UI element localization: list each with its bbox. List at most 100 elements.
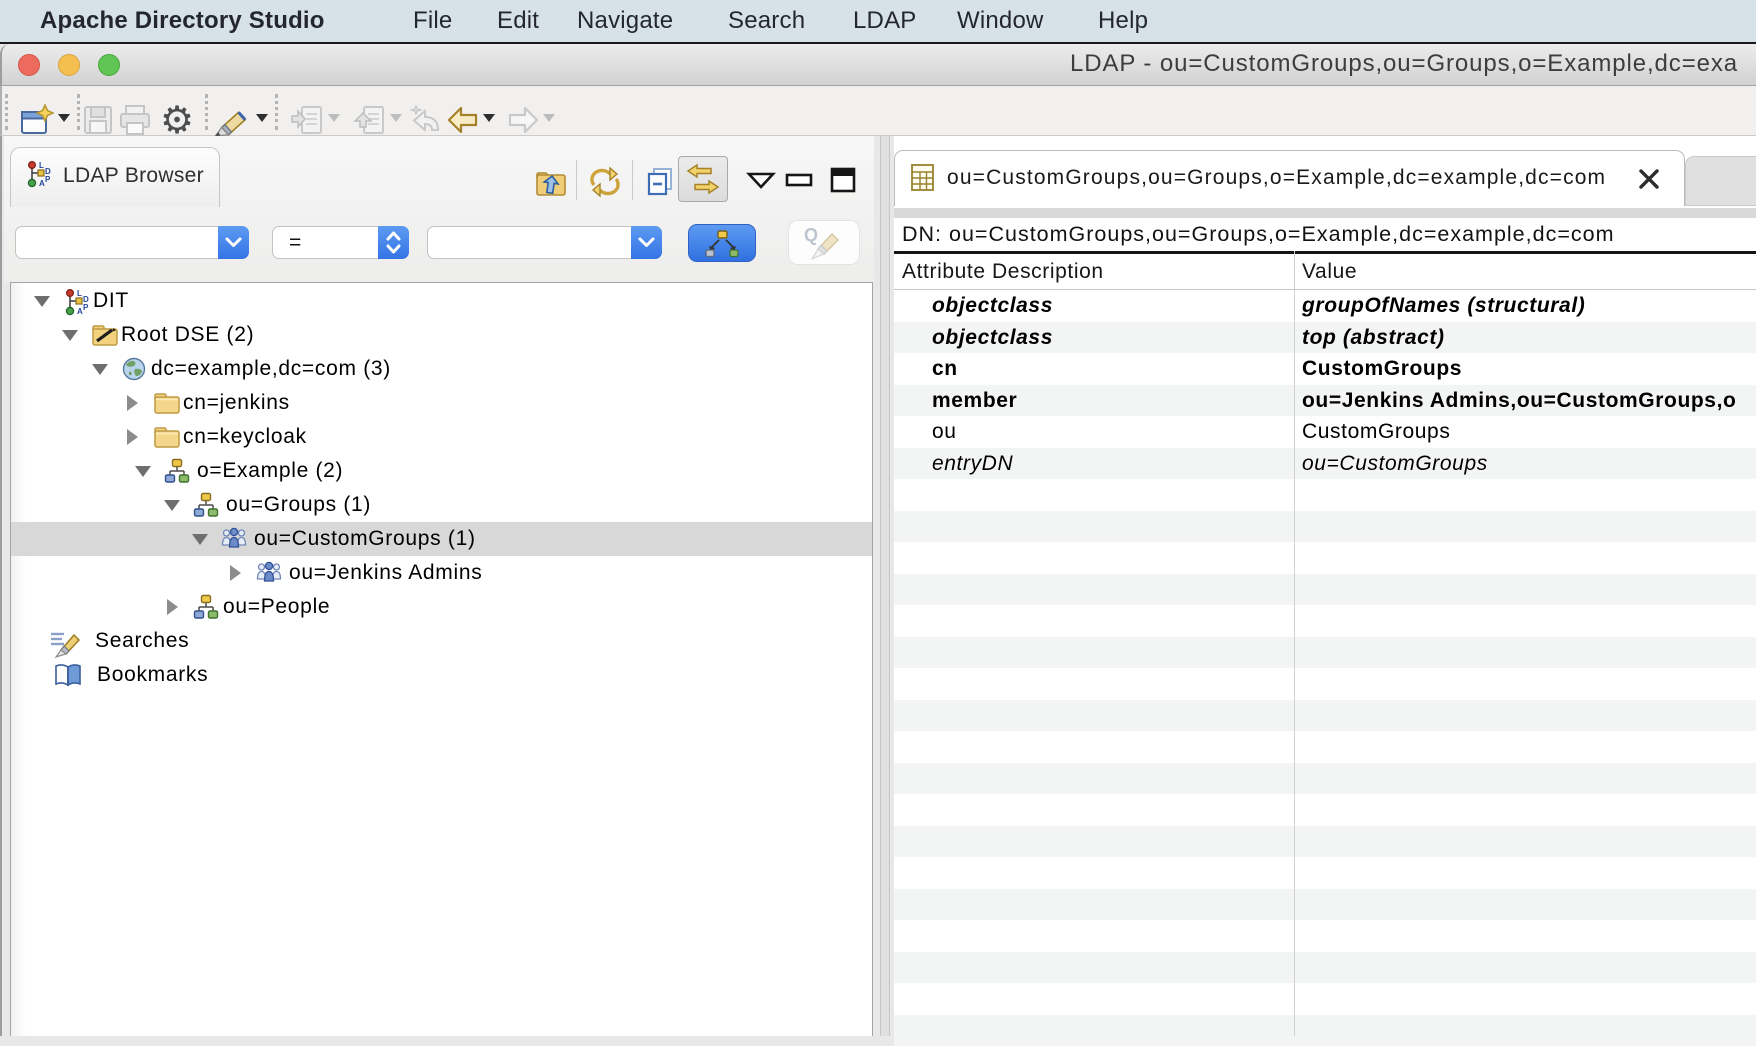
zoom-window-button[interactable] [98, 54, 120, 76]
collapse-all-icon[interactable] [645, 166, 677, 198]
editor-toolbar-strip [894, 208, 1756, 218]
forward-button[interactable] [505, 104, 541, 136]
dit-icon: LDAP [63, 288, 89, 316]
view-menu-icon[interactable] [746, 170, 776, 190]
menu-help[interactable]: Help [1098, 0, 1148, 42]
menu-search[interactable]: Search [728, 0, 805, 42]
filter-operator-combo[interactable]: = [272, 226, 409, 259]
bookmarks-icon [53, 662, 83, 690]
forward-dropdown-arrow[interactable] [543, 114, 555, 122]
column-header-attribute[interactable]: Attribute Description [902, 254, 1104, 289]
filter-attribute-combo[interactable] [15, 226, 249, 259]
link-with-editor-icon[interactable] [686, 162, 720, 196]
tree-item-label: Root DSE (2) [121, 318, 254, 352]
tree-item-root-dse-2[interactable]: Root DSE (2) [11, 318, 872, 352]
tree-item-bookmarks[interactable]: Bookmarks [11, 658, 872, 692]
import-dropdown-arrow[interactable] [328, 114, 340, 122]
svg-text:P: P [45, 175, 51, 184]
tree-item-o-example-2[interactable]: o=Example (2) [11, 454, 872, 488]
attribute-name: objectclass [932, 322, 1053, 354]
expanded-triangle-icon[interactable] [192, 534, 208, 545]
expanded-triangle-icon[interactable] [92, 364, 108, 375]
tree-item-cn-keycloak[interactable]: cn=keycloak [11, 420, 872, 454]
attribute-row-cn[interactable]: cnCustomGroups [894, 353, 1756, 385]
tree-item-ou-people[interactable]: ou=People [11, 590, 872, 624]
up-entry-icon[interactable] [535, 166, 567, 198]
attribute-row-member[interactable]: memberou=Jenkins Admins,ou=CustomGroups,… [894, 385, 1756, 417]
close-window-button[interactable] [18, 54, 40, 76]
expanded-triangle-icon[interactable] [62, 330, 78, 341]
stepper-icon[interactable] [378, 226, 409, 259]
toolbar-separator [205, 94, 208, 130]
tree-item-ou-groups-1[interactable]: ou=Groups (1) [11, 488, 872, 522]
menu-ldap[interactable]: LDAP [853, 0, 917, 42]
filter-operator-value: = [289, 227, 301, 258]
tree-item-ou-jenkins-admins[interactable]: ou=Jenkins Admins [11, 556, 872, 590]
collapsed-triangle-icon[interactable] [167, 599, 178, 615]
menu-window[interactable]: Window [957, 0, 1044, 42]
attribute-row-empty [894, 511, 1756, 543]
attribute-row-empty [894, 826, 1756, 858]
org-icon [193, 492, 219, 518]
entry-icon [909, 163, 937, 193]
filter-value-combo[interactable] [427, 226, 662, 259]
new-connection-dropdown-arrow[interactable] [58, 114, 70, 122]
chevron-down-icon[interactable] [631, 226, 662, 259]
new-connection-button[interactable] [20, 104, 54, 138]
maximize-icon[interactable] [830, 167, 856, 193]
chevron-down-icon[interactable] [218, 226, 249, 259]
window-title-bar: LDAP - ou=CustomGroups,ou=Groups,o=Examp… [0, 44, 1756, 86]
expanded-triangle-icon[interactable] [135, 466, 151, 477]
attribute-row-empty [894, 637, 1756, 669]
folder-icon [153, 390, 181, 416]
column-divider[interactable] [1294, 251, 1295, 1036]
expanded-triangle-icon[interactable] [164, 500, 180, 511]
attribute-row-entryDN[interactable]: entryDNou=CustomGroups [894, 448, 1756, 480]
tree-item-ou-customgroups-1[interactable]: ou=CustomGroups (1) [11, 522, 872, 556]
back-to-start-button[interactable] [408, 104, 444, 136]
tree-item-cn-jenkins[interactable]: cn=jenkins [11, 386, 872, 420]
save-button[interactable] [82, 104, 114, 136]
preferences-gear-button[interactable]: ⚙ [160, 104, 194, 138]
import-button[interactable] [290, 104, 324, 138]
expanded-triangle-icon[interactable] [34, 296, 50, 307]
export-button[interactable] [352, 104, 386, 138]
menu-edit[interactable]: Edit [497, 0, 539, 42]
close-icon[interactable] [1636, 166, 1662, 197]
back-button[interactable] [445, 104, 481, 136]
attribute-row-empty [894, 668, 1756, 700]
export-dropdown-arrow[interactable] [390, 114, 402, 122]
menu-navigate[interactable]: Navigate [577, 0, 673, 42]
menu-app-name[interactable]: Apache Directory Studio [40, 0, 325, 42]
attribute-value: groupOfNames (structural) [1302, 290, 1585, 322]
print-button[interactable] [118, 104, 152, 136]
collapsed-triangle-icon[interactable] [230, 565, 241, 581]
tree-item-label: DIT [93, 284, 129, 318]
entry-editor-tab[interactable]: ou=CustomGroups,ou=Groups,o=Example,dc=e… [894, 150, 1685, 206]
connection-pen-dropdown-arrow[interactable] [256, 114, 268, 122]
attribute-value: CustomGroups [1302, 416, 1450, 448]
attribute-row-ou[interactable]: ouCustomGroups [894, 416, 1756, 448]
attribute-value: CustomGroups [1302, 353, 1462, 385]
window-title: LDAP - ou=CustomGroups,ou=Groups,o=Examp… [1070, 44, 1738, 84]
filter-children-button[interactable] [688, 224, 756, 262]
panel-splitter[interactable] [874, 136, 894, 1036]
attribute-row-objectclass[interactable]: objectclasstop (abstract) [894, 322, 1756, 354]
tree-item-searches[interactable]: Searches [11, 624, 872, 658]
refresh-icon[interactable] [588, 166, 622, 198]
menu-file[interactable]: File [413, 0, 452, 42]
group-icon [256, 560, 282, 586]
minimize-icon[interactable] [785, 172, 813, 188]
collapsed-triangle-icon[interactable] [127, 429, 138, 445]
tree-item-dit[interactable]: LDAPDIT [11, 284, 872, 318]
column-header-value[interactable]: Value [1302, 254, 1357, 289]
minimize-window-button[interactable] [58, 54, 80, 76]
tree-item-dc-example-dc-com-3[interactable]: dc=example,dc=com (3) [11, 352, 872, 386]
collapsed-triangle-icon[interactable] [127, 395, 138, 411]
quick-search-button[interactable]: Q [788, 220, 860, 265]
folder-icon [153, 424, 181, 450]
attribute-row-objectclass[interactable]: objectclassgroupOfNames (structural) [894, 290, 1756, 322]
attribute-row-empty [894, 920, 1756, 952]
back-dropdown-arrow[interactable] [483, 114, 495, 122]
ldap-browser-view-tab[interactable]: LDAP LDAP Browser [10, 147, 220, 207]
